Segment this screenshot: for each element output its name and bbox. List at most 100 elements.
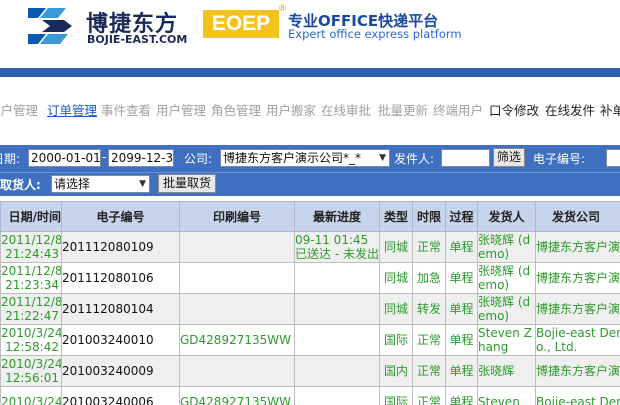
col-header-process[interactable]: 过程 <box>445 201 478 232</box>
date-from-input[interactable]: 2000-01-01 <box>28 149 101 167</box>
main-nav: 客户管理 订单管理 事件查看 用户管理 角色管理 用户搬家 在线审批 批量更新 … <box>0 100 620 120</box>
cell-datetime: 2010/3/24 <box>0 386 62 405</box>
cell-electronic-no[interactable]: 201003240006 <box>61 386 180 405</box>
cell-progress <box>294 355 380 387</box>
cell-company: 博捷东方客户演 <box>535 355 620 387</box>
nav-item-end-users[interactable]: 终端用户 <box>433 100 483 119</box>
col-header-print-no[interactable]: 印刷编号 <box>179 201 295 232</box>
cell-sender: Steven Zhang <box>477 324 536 356</box>
sender-input[interactable] <box>441 149 490 167</box>
col-header-type[interactable]: 类型 <box>379 201 413 232</box>
cell-type: 同城 <box>379 293 413 325</box>
cell-print-no: GD428927135WW <box>179 324 295 356</box>
nav-item-customers[interactable]: 客户管理 <box>0 100 38 119</box>
cell-process: 单程 <box>445 355 478 387</box>
cell-electronic-no[interactable]: 201112080106 <box>61 262 180 294</box>
cell-progress <box>294 293 380 325</box>
cell-datetime: 2011/12/8 21:23:34 <box>0 262 62 294</box>
pickup-bar: 取货人: 请选择 ▼ 批量取货 <box>0 172 620 196</box>
col-header-progress[interactable]: 最新进度 <box>294 201 380 232</box>
table-row[interactable]: 2010/3/24 12:58:42 201003240010 GD4289271… <box>0 324 620 356</box>
nav-item-events[interactable]: 事件查看 <box>101 100 151 119</box>
header: 博捷东方 BOJIE-EAST.COM EOEP ® 专业OFFICE快递平台 … <box>0 0 620 68</box>
cell-datetime: 2011/12/8 21:22:47 <box>0 293 62 325</box>
nav-item-move-users[interactable]: 用户搬家 <box>266 100 316 119</box>
date-separator: - <box>102 150 107 164</box>
cell-company: 博捷东方客户演 <box>535 262 620 294</box>
nav-item-users[interactable]: 用户管理 <box>156 100 206 119</box>
table-header-row: 日期/时间 电子编号 印刷编号 最新进度 类型 时限 过程 发货人 发货公司 <box>0 201 620 232</box>
col-header-limit[interactable]: 时限 <box>412 201 446 232</box>
cell-sender: Steven <box>477 386 536 405</box>
cell-limit: 正常 <box>412 355 446 387</box>
cell-sender: 张晓辉 (demo) <box>477 231 536 263</box>
nav-item-password[interactable]: 口令修改 <box>489 100 539 119</box>
cell-process: 单程 <box>445 262 478 294</box>
number-input[interactable] <box>606 149 620 167</box>
table-row[interactable]: 2010/3/24 12:56:01 201003240009 国内 正常 单程 … <box>0 355 620 387</box>
cell-electronic-no[interactable]: 201003240009 <box>61 355 180 387</box>
nav-item-supplement[interactable]: 补单 <box>600 100 620 119</box>
cell-process: 单程 <box>445 231 478 263</box>
cell-print-no <box>179 355 295 387</box>
cell-type: 同城 <box>379 262 413 294</box>
cell-company: 博捷东方客户演 <box>535 231 620 263</box>
cell-datetime: 2010/3/24 12:56:01 <box>0 355 62 387</box>
cell-limit: 正常 <box>412 231 446 263</box>
cell-company: Bojie-east Der Co., Ltd. <box>535 324 620 356</box>
cell-limit: 转发 <box>412 293 446 325</box>
date-to-input[interactable]: 2099-12-31 <box>108 149 174 167</box>
cell-type: 国际 <box>379 324 413 356</box>
cell-limit: 正常 <box>412 386 446 405</box>
nav-item-roles[interactable]: 角色管理 <box>211 100 261 119</box>
cell-progress <box>294 262 380 294</box>
col-header-company[interactable]: 发货公司 <box>535 201 620 232</box>
table-row[interactable]: 2010/3/24 201003240006 GD428927135WW 国际 … <box>0 386 620 405</box>
cell-process: 单程 <box>445 293 478 325</box>
date-label: 日期: <box>0 152 21 166</box>
cell-print-no <box>179 231 295 263</box>
pickup-select[interactable]: 请选择 ▼ <box>51 175 150 193</box>
logo-url: BOJIE-EAST.COM <box>87 33 188 46</box>
orders-table: 日期/时间 电子编号 印刷编号 最新进度 类型 时限 过程 发货人 发货公司 2… <box>0 201 620 405</box>
header-divider <box>0 68 620 77</box>
cell-datetime: 2011/12/8 21:24:43 <box>0 231 62 263</box>
chevron-down-icon: ▼ <box>139 179 146 189</box>
cell-electronic-no[interactable]: 201112080109 <box>61 231 180 263</box>
cell-print-no: GD428927135WW <box>179 386 295 405</box>
company-select[interactable]: 博捷东方客户演示公司*_* ▼ <box>220 149 390 167</box>
nav-item-send-online[interactable]: 在线发件 <box>545 100 595 119</box>
sender-label: 发件人: <box>394 152 435 166</box>
cell-datetime: 2010/3/24 12:58:42 <box>0 324 62 356</box>
pickup-select-value: 请选择 <box>54 177 91 191</box>
cell-electronic-no[interactable]: 201112080104 <box>61 293 180 325</box>
filter-bar: 日期: 2000-01-01 - 2099-12-31 公司: 博捷东方客户演示… <box>0 145 620 172</box>
nav-item-batch-update[interactable]: 批量更新 <box>378 100 428 119</box>
cell-progress <box>294 386 380 405</box>
nav-item-approval[interactable]: 在线审批 <box>321 100 371 119</box>
cell-progress: 09-11 01:45 已送达 - 未发出 <box>294 231 380 263</box>
col-header-sender[interactable]: 发货人 <box>477 201 536 232</box>
pickup-label: 取货人: <box>0 178 41 192</box>
cell-limit: 加急 <box>412 262 446 294</box>
cell-process: 单程 <box>445 386 478 405</box>
cell-type: 国内 <box>379 355 413 387</box>
batch-pickup-button[interactable]: 批量取货 <box>158 174 216 193</box>
table-row[interactable]: 2011/12/8 21:22:47 201112080104 同城 转发 单程 … <box>0 293 620 325</box>
table-row[interactable]: 2011/12/8 21:24:43 201112080109 09-11 01:… <box>0 231 620 263</box>
cell-company: Bojie-east Der <box>535 386 620 405</box>
number-label: 电子编号: <box>533 152 586 166</box>
cell-company: 博捷东方客户演 <box>535 293 620 325</box>
col-header-electronic-no[interactable]: 电子编号 <box>61 201 180 232</box>
cell-print-no <box>179 262 295 294</box>
cell-process: 单程 <box>445 324 478 356</box>
company-select-value: 博捷东方客户演示公司*_* <box>223 151 362 165</box>
cell-electronic-no[interactable]: 201003240010 <box>61 324 180 356</box>
filter-button[interactable]: 筛选 <box>493 148 525 167</box>
col-header-datetime[interactable]: 日期/时间 <box>0 201 62 232</box>
chevron-down-icon: ▼ <box>379 153 386 163</box>
table-row[interactable]: 2011/12/8 21:23:34 201112080106 同城 加急 单程 … <box>0 262 620 294</box>
nav-item-orders[interactable]: 订单管理 <box>47 100 97 119</box>
cell-print-no <box>179 293 295 325</box>
registered-mark: ® <box>278 4 287 14</box>
